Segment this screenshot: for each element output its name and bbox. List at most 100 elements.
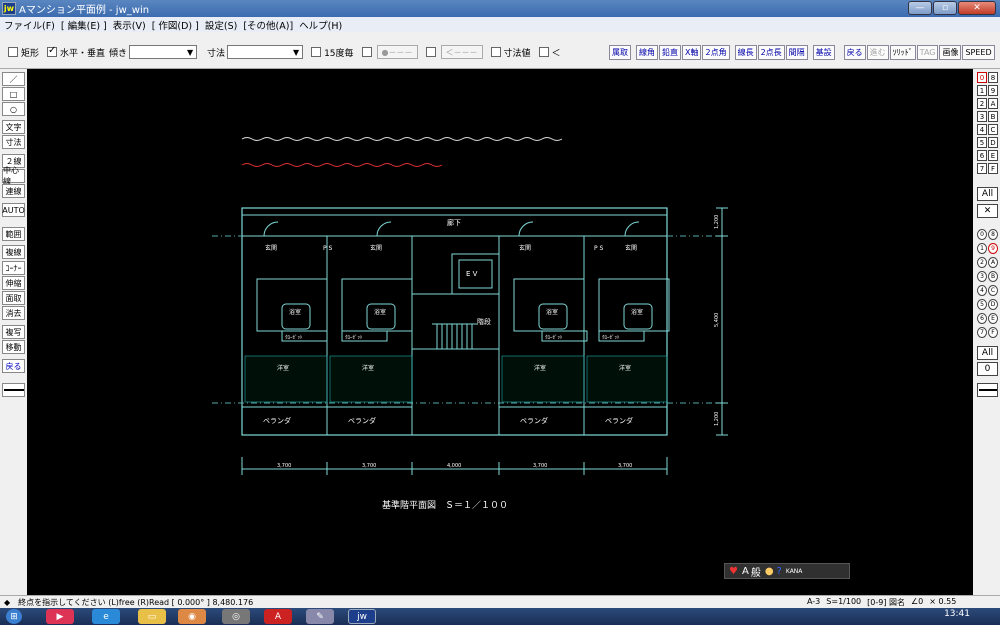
tb-back-button[interactable]: 戻る xyxy=(843,45,866,60)
arrow-checkbox[interactable] xyxy=(425,47,436,57)
app-icon-generic[interactable]: ◎ xyxy=(222,609,250,624)
menu-help[interactable]: ヘルプ(H) xyxy=(299,18,342,32)
ime-toolbar[interactable]: ♥ A 般 ● ? KANA xyxy=(724,563,850,579)
line-type-swatch-right[interactable] xyxy=(977,383,998,397)
group-cross-button[interactable]: ✕ xyxy=(977,204,998,218)
group-button[interactable]: D xyxy=(988,137,998,148)
deg15-checkbox[interactable] xyxy=(311,47,322,57)
menu-file[interactable]: ファイル(F) xyxy=(4,18,55,32)
tool-erase[interactable]: 消去 xyxy=(2,306,25,320)
layer-button[interactable]: 7 xyxy=(977,327,987,338)
status-paper[interactable]: A-3 xyxy=(807,597,820,608)
layer-button[interactable]: E xyxy=(988,313,998,324)
tb-kisetsu-button[interactable]: 基設 xyxy=(812,45,835,60)
layer-button[interactable]: D xyxy=(988,299,998,310)
tb-senkaku-button[interactable]: 線角 xyxy=(636,45,658,60)
point-checkbox[interactable] xyxy=(361,47,372,57)
menu-edit[interactable]: [ 編集(E) ] xyxy=(61,18,107,32)
menu-draw[interactable]: [ 作図(D) ] xyxy=(152,18,199,32)
tool-undo[interactable]: 戻る xyxy=(2,359,25,373)
chrome-icon[interactable]: ◉ xyxy=(178,609,206,624)
tool-auto[interactable]: AUTO xyxy=(2,203,25,217)
layer-button[interactable]: A xyxy=(988,257,998,268)
tool-stretch[interactable]: 伸縮 xyxy=(2,276,25,290)
menu-settings[interactable]: 設定(S) xyxy=(205,18,237,32)
dimval-checkbox[interactable] xyxy=(490,47,501,57)
group-button[interactable]: 4 xyxy=(977,124,987,135)
tool-continuous-line[interactable]: 連線 xyxy=(2,184,25,198)
layer-button[interactable]: 6 xyxy=(977,313,987,324)
ime-mode[interactable]: A xyxy=(742,566,749,577)
status-zoom[interactable]: × 0.55 xyxy=(929,597,956,608)
group-button[interactable]: B xyxy=(988,111,998,122)
tb-enchoku-button[interactable]: 鉛直 xyxy=(659,45,681,60)
layer-button[interactable]: 0 xyxy=(977,229,987,240)
lt-checkbox[interactable] xyxy=(538,47,549,57)
group-button[interactable]: E xyxy=(988,150,998,161)
group-button[interactable]: C xyxy=(988,124,998,135)
group-button[interactable]: 2 xyxy=(977,98,987,109)
tool-line[interactable]: ／ xyxy=(2,72,25,86)
tb-kankaku-button[interactable]: 間隔 xyxy=(785,45,808,60)
group-button[interactable]: 8 xyxy=(988,72,998,83)
layer-button[interactable]: B xyxy=(988,271,998,282)
menu-view[interactable]: 表示(V) xyxy=(113,18,146,32)
tool-text[interactable]: 文字 xyxy=(2,120,25,134)
group-button[interactable]: 6 xyxy=(977,150,987,161)
media-player-icon[interactable]: ▶ xyxy=(46,609,74,624)
layer-button[interactable]: C xyxy=(988,285,998,296)
acrobat-icon[interactable]: A xyxy=(264,609,292,624)
tool-rect[interactable]: □ xyxy=(2,87,25,101)
group-button[interactable]: A xyxy=(988,98,998,109)
group-button[interactable]: 9 xyxy=(988,85,998,96)
layer-button[interactable]: 8 xyxy=(988,229,998,240)
close-button[interactable]: ✕ xyxy=(958,1,996,15)
jw-cad-taskbar-icon[interactable]: jw xyxy=(348,609,376,624)
tool-dimension[interactable]: 寸法 xyxy=(2,135,25,149)
rect-checkbox[interactable] xyxy=(8,47,18,57)
layer-button[interactable]: 5 xyxy=(977,299,987,310)
status-scale[interactable]: S=1/100 xyxy=(826,597,861,608)
point-box[interactable]: ●－－－ xyxy=(376,45,418,59)
tool-center-line[interactable]: 中心線 xyxy=(2,166,25,186)
ime-tools-icon[interactable]: ● xyxy=(765,566,774,577)
status-angle[interactable]: ∠0 xyxy=(911,597,923,608)
tool-corner[interactable]: ｺｰﾅｰ xyxy=(2,261,25,275)
layer-zero-button[interactable]: 0 xyxy=(977,362,998,376)
tb-tag-button[interactable]: TAG xyxy=(916,45,939,60)
explorer-folder-icon[interactable]: ▭ xyxy=(138,609,166,624)
group-button[interactable]: 7 xyxy=(977,163,987,174)
ie-browser-icon[interactable]: e xyxy=(92,609,120,624)
tb-senchou-button[interactable]: 線長 xyxy=(734,45,757,60)
group-all-button[interactable]: All xyxy=(977,187,998,201)
group-button[interactable]: 5 xyxy=(977,137,987,148)
tool-chamfer[interactable]: 面取 xyxy=(2,291,25,305)
layer-button[interactable]: 3 xyxy=(977,271,987,282)
group-button[interactable]: 3 xyxy=(977,111,987,122)
tool-copy[interactable]: 複写 xyxy=(2,325,25,339)
tool-range[interactable]: 範囲 xyxy=(2,227,25,241)
tool-move[interactable]: 移動 xyxy=(2,340,25,354)
tb-speed-button[interactable]: SPEED xyxy=(962,45,995,60)
layer-all-button[interactable]: All xyxy=(977,346,998,360)
dim-combo[interactable]: ▼ xyxy=(227,45,304,59)
layer-button[interactable]: 4 xyxy=(977,285,987,296)
layer-button[interactable]: F xyxy=(988,327,998,338)
tool-offset[interactable]: 複線 xyxy=(2,245,25,259)
start-button-icon[interactable]: ⊞ xyxy=(6,609,22,624)
tb-zokutori-button[interactable]: 属取 xyxy=(609,45,631,60)
ime-kana[interactable]: KANA xyxy=(786,568,803,575)
group-button[interactable]: F xyxy=(988,163,998,174)
tb-xaxis-button[interactable]: X軸 xyxy=(682,45,702,60)
tb-forward-button[interactable]: 進む xyxy=(866,45,889,60)
paint-icon[interactable]: ✎ xyxy=(306,609,334,624)
layer-button[interactable]: 1 xyxy=(977,243,987,254)
arrow-box[interactable]: ＜－－－ xyxy=(440,45,483,59)
ime-kanji[interactable]: 般 xyxy=(751,564,761,579)
group-button[interactable]: 0 xyxy=(977,72,987,83)
ime-help-icon[interactable]: ? xyxy=(777,566,782,577)
line-type-swatch[interactable] xyxy=(2,383,25,397)
status-drawing-name[interactable]: [0-9] 図名 xyxy=(867,597,905,608)
taskbar-clock[interactable]: 13:41 xyxy=(944,609,970,619)
tilt-combo[interactable]: ▼ xyxy=(129,45,198,59)
